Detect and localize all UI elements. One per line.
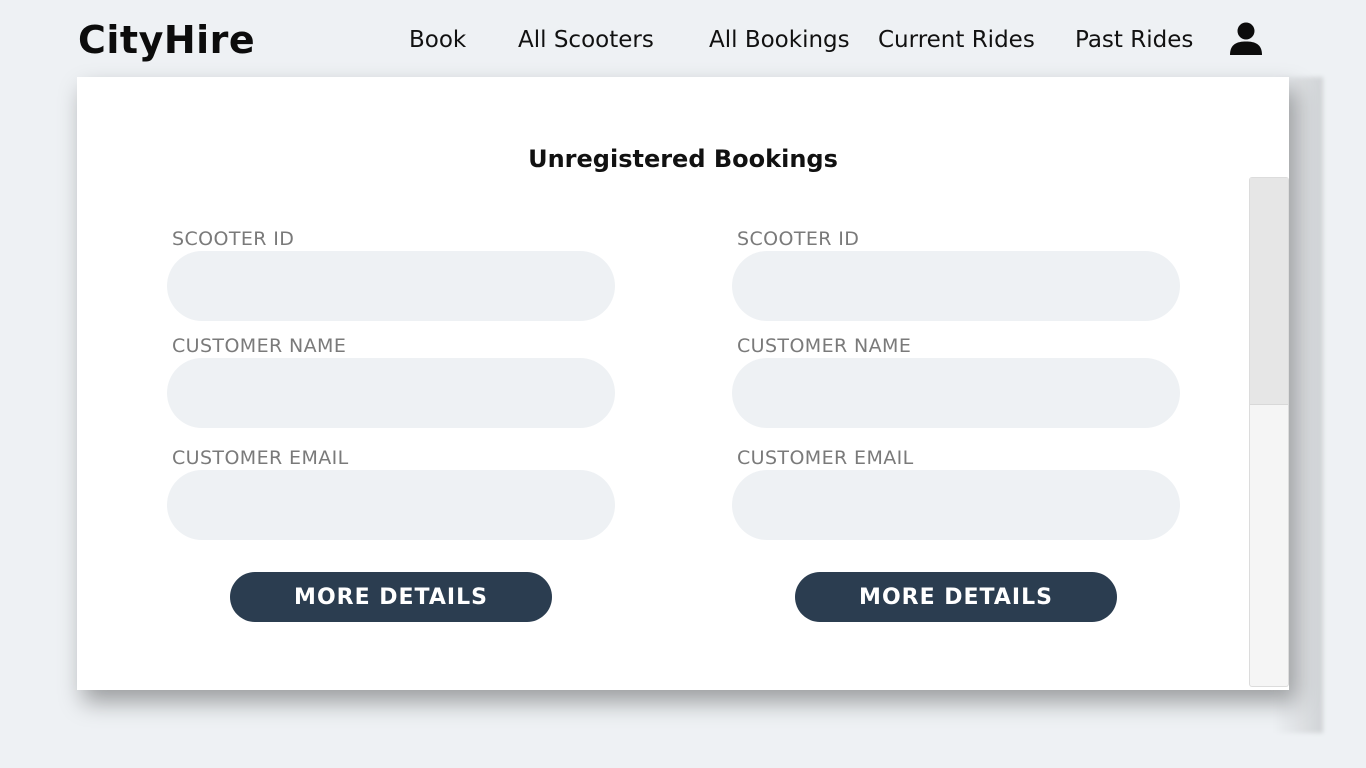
bookings-panel: Unregistered Bookings SCOOTER ID CUSTOME… — [77, 77, 1289, 690]
scooter-id-label: SCOOTER ID — [172, 228, 295, 250]
scooter-id-field[interactable] — [732, 251, 1180, 321]
nav-all-scooters[interactable]: All Scooters — [518, 25, 654, 55]
scooter-id-field[interactable] — [167, 251, 615, 321]
vertical-scrollbar[interactable] — [1249, 177, 1289, 687]
customer-email-label: CUSTOMER EMAIL — [172, 447, 349, 469]
main-nav: Book All Scooters All Bookings Current R… — [0, 25, 1366, 57]
booking-card: SCOOTER ID CUSTOMER NAME CUSTOMER EMAIL … — [167, 227, 615, 622]
scrollbar-thumb[interactable] — [1250, 178, 1288, 405]
customer-email-field[interactable] — [732, 470, 1180, 540]
customer-name-field[interactable] — [167, 358, 615, 428]
customer-name-label: CUSTOMER NAME — [737, 335, 912, 357]
customer-email-field[interactable] — [167, 470, 615, 540]
user-icon[interactable] — [1228, 21, 1264, 57]
scooter-id-label: SCOOTER ID — [737, 228, 860, 250]
customer-email-label: CUSTOMER EMAIL — [737, 447, 914, 469]
page-title: Unregistered Bookings — [528, 145, 838, 173]
more-details-button[interactable]: MORE DETAILS — [230, 572, 552, 622]
customer-name-label: CUSTOMER NAME — [172, 335, 347, 357]
booking-card: SCOOTER ID CUSTOMER NAME CUSTOMER EMAIL … — [732, 227, 1180, 622]
nav-book[interactable]: Book — [409, 25, 466, 55]
more-details-button[interactable]: MORE DETAILS — [795, 572, 1117, 622]
customer-name-field[interactable] — [732, 358, 1180, 428]
nav-all-bookings[interactable]: All Bookings — [709, 25, 850, 55]
nav-past-rides[interactable]: Past Rides — [1075, 25, 1193, 55]
nav-current-rides[interactable]: Current Rides — [878, 25, 1035, 55]
